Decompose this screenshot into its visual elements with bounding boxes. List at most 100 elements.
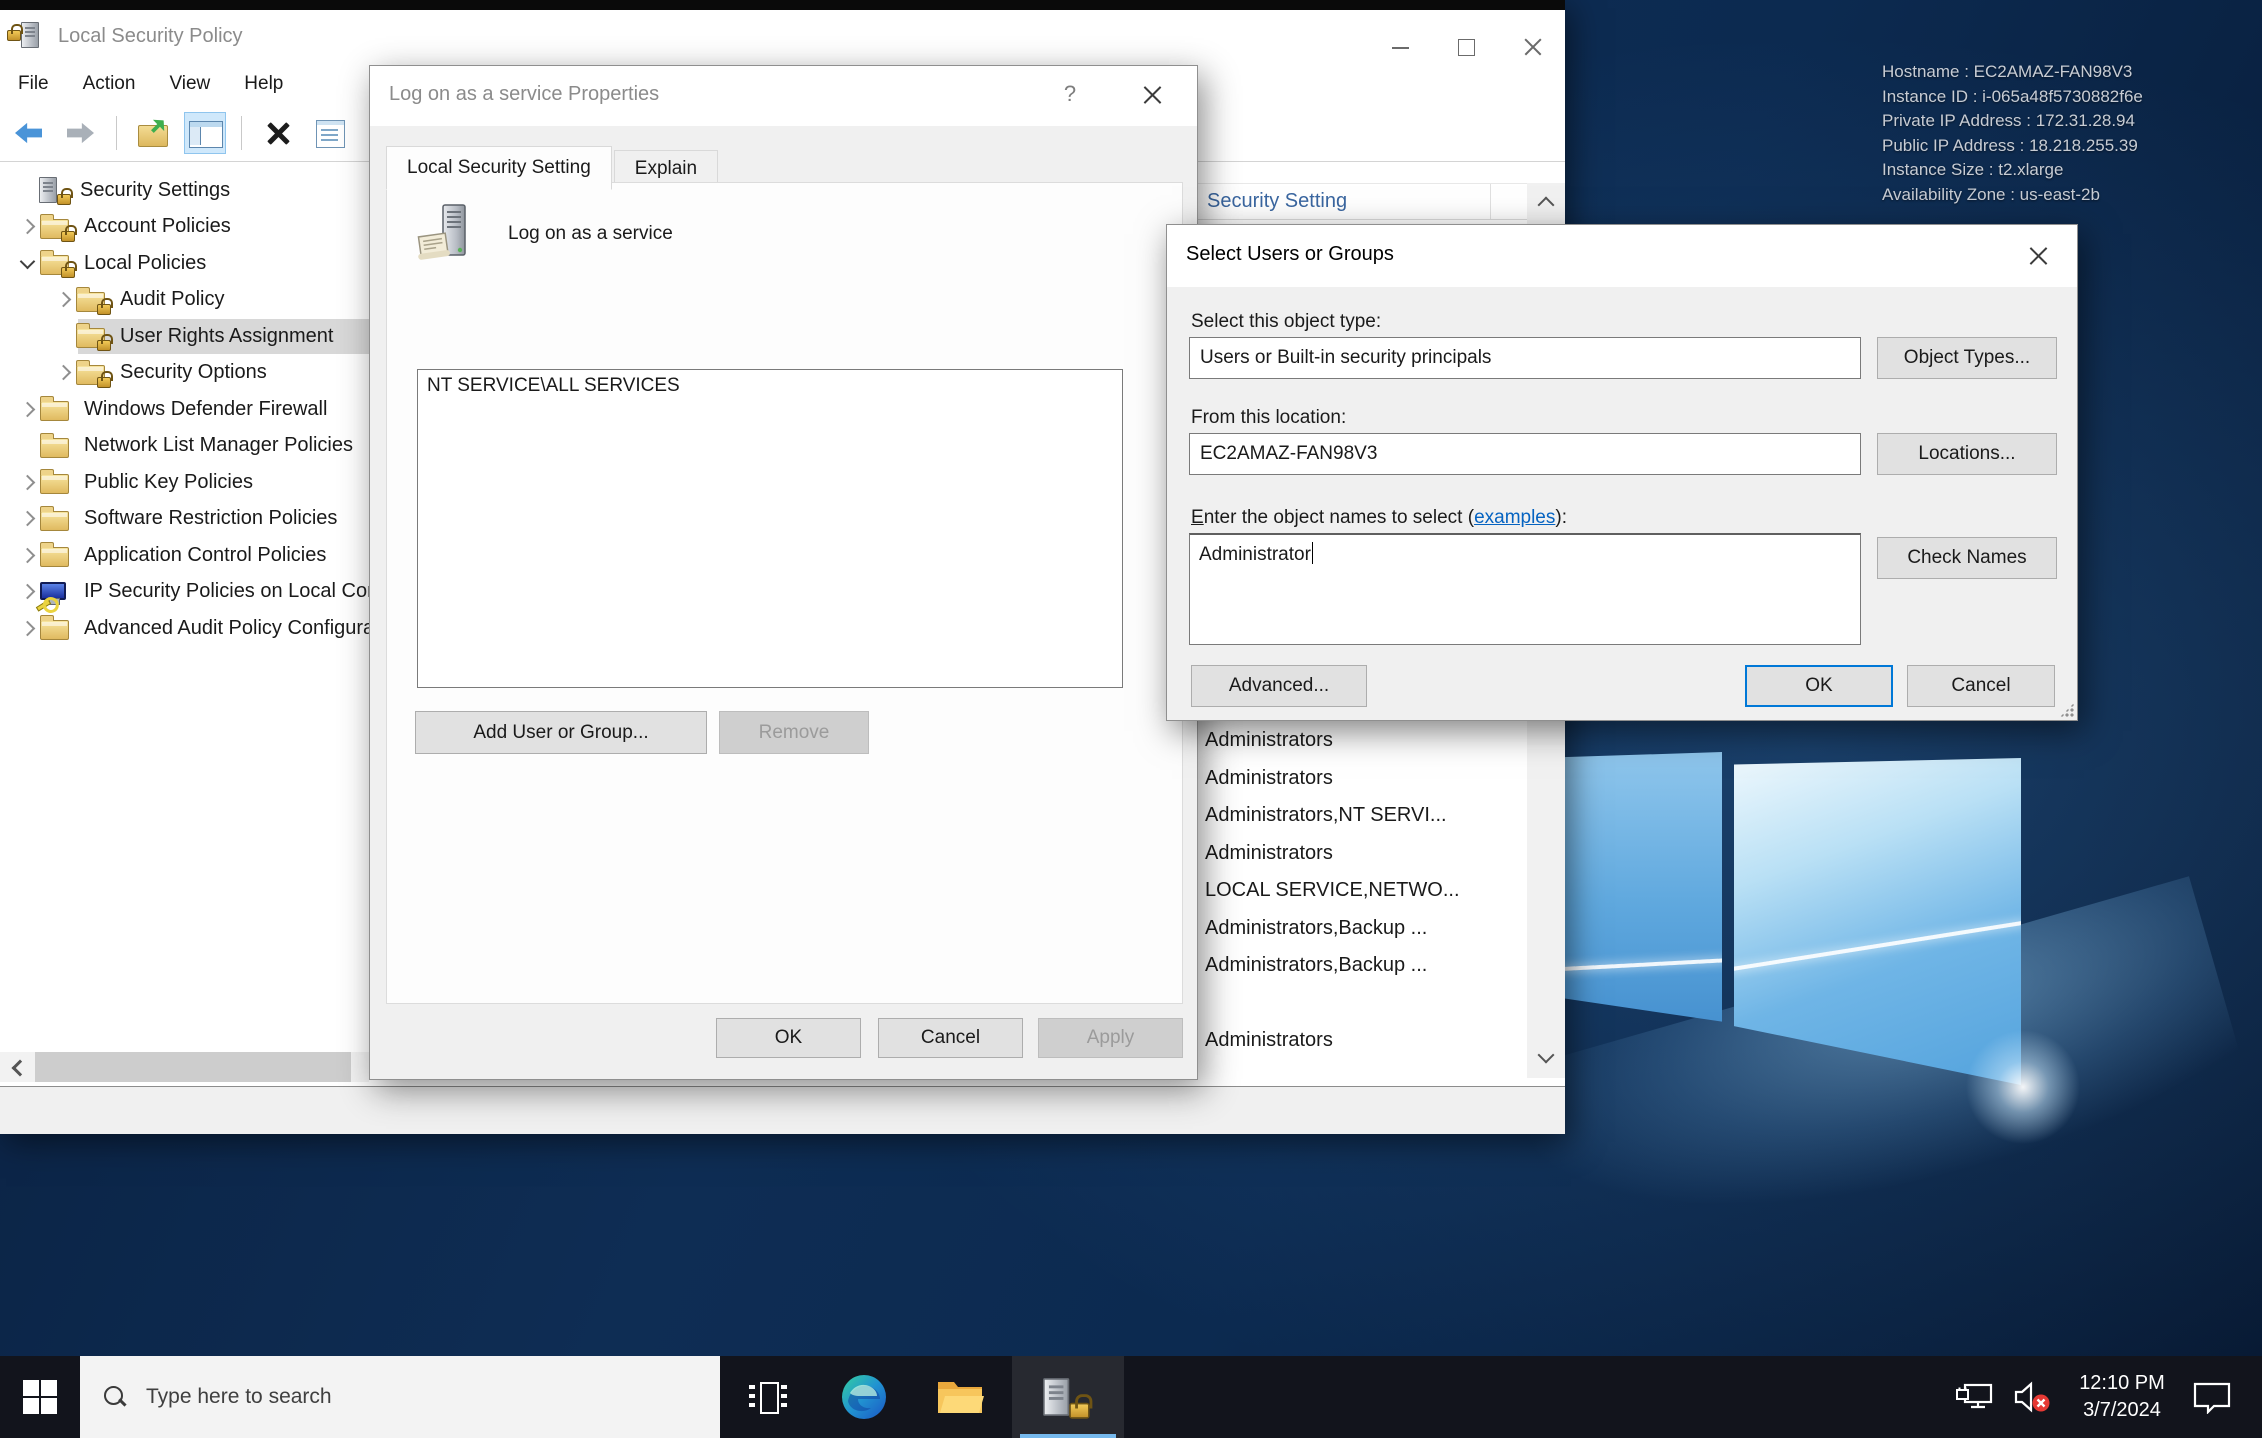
tree-item-audit-policy[interactable]: Audit Policy [0, 282, 369, 319]
help-button[interactable]: ? [1055, 81, 1085, 107]
menu-action[interactable]: Action [83, 73, 136, 95]
menu-help[interactable]: Help [244, 73, 283, 95]
file-explorer-button[interactable] [912, 1356, 1008, 1438]
object-names-input[interactable]: Administrator [1189, 533, 1861, 645]
taskbar-search-box[interactable]: Type here to search [80, 1356, 720, 1438]
chevron-icon[interactable] [14, 513, 40, 524]
network-tray-icon[interactable] [1956, 1382, 1994, 1412]
tree-item-public-key-policies[interactable]: Public Key Policies [0, 464, 369, 501]
security-setting-values: Administrators Administrators Administra… [1150, 722, 1527, 1060]
clock-date: 3/7/2024 [2070, 1397, 2174, 1424]
local-security-policy-taskbar-button[interactable] [1012, 1356, 1124, 1438]
scroll-down-button[interactable] [1527, 1037, 1565, 1074]
scroll-left-button[interactable] [0, 1052, 34, 1082]
resize-grip[interactable] [2060, 703, 2074, 717]
dialog-title-bar[interactable]: Log on as a service Properties ? [370, 66, 1197, 126]
toolbar-up-level-button[interactable] [133, 113, 173, 153]
toolbar-back-button[interactable] [8, 113, 48, 153]
tree-item-advanced-audit[interactable]: Advanced Audit Policy Configuration [0, 610, 369, 647]
title-bar[interactable]: Local Security Policy [0, 10, 1565, 62]
volume-muted-tray-icon[interactable] [2012, 1381, 2052, 1413]
task-view-button[interactable] [720, 1356, 816, 1438]
tree-horizontal-scrollbar[interactable] [0, 1052, 369, 1082]
locations-button[interactable]: Locations... [1877, 433, 2057, 475]
dialog-title-bar[interactable]: Select Users or Groups [1167, 225, 2077, 287]
add-user-or-group-button[interactable]: Add User or Group... [415, 711, 707, 754]
edge-taskbar-button[interactable] [816, 1356, 912, 1438]
security-setting-row[interactable]: Administrators,Backup ... [1150, 910, 1527, 948]
security-setting-row[interactable]: Administrators [1150, 722, 1527, 760]
member-item[interactable]: NT SERVICE\ALL SERVICES [427, 375, 1113, 397]
select-users-or-groups-dialog: Select Users or Groups Select this objec… [1166, 224, 2078, 721]
security-setting-row[interactable] [1150, 985, 1527, 1023]
chevron-icon[interactable] [14, 404, 40, 415]
menu-file[interactable]: File [18, 73, 49, 95]
tree-item-ip-security[interactable]: IP Security Policies on Local Computer [0, 574, 369, 611]
tree-item-icon [36, 177, 68, 203]
security-setting-row[interactable]: Administrators,NT SERVI... [1150, 797, 1527, 835]
toolbar-console-tree-button[interactable] [185, 113, 225, 153]
scroll-up-button[interactable] [1527, 183, 1565, 220]
close-icon[interactable] [2023, 241, 2055, 273]
chevron-icon[interactable] [14, 477, 40, 488]
from-location-field[interactable]: EC2AMAZ-FAN98V3 [1189, 433, 1861, 475]
cancel-button[interactable]: Cancel [1907, 665, 2055, 707]
examples-link[interactable]: examples [1474, 507, 1555, 528]
action-center-button[interactable] [2192, 1380, 2232, 1414]
security-setting-row[interactable]: LOCAL SERVICE,NETWO... [1150, 872, 1527, 910]
wallpaper-window-pane-left [1552, 752, 1722, 1030]
tree-item-software-restriction[interactable]: Software Restriction Policies [0, 501, 369, 538]
tree-item-application-control[interactable]: Application Control Policies [0, 537, 369, 574]
security-setting-row[interactable]: Administrators [1150, 760, 1527, 798]
tree-item-icon [76, 323, 108, 349]
tree-item-windows-defender-firewall[interactable]: Windows Defender Firewall [0, 391, 369, 428]
tree-item-icon [76, 287, 108, 313]
advanced-button[interactable]: Advanced... [1191, 665, 1367, 707]
check-names-button[interactable]: Check Names [1877, 537, 2057, 579]
toolbar-properties-button[interactable] [310, 113, 350, 153]
toolbar-forward-button[interactable] [60, 113, 100, 153]
object-types-button[interactable]: Object Types... [1877, 337, 2057, 379]
logon-as-service-properties-dialog: Log on as a service Properties ? Local S… [369, 65, 1198, 1080]
scrollbar-thumb[interactable] [35, 1052, 351, 1082]
tree-item-icon [40, 250, 72, 276]
file-explorer-icon [936, 1377, 984, 1417]
tree-item-network-list-manager[interactable]: Network List Manager Policies [0, 428, 369, 465]
security-setting-row[interactable]: Administrators,Backup ... [1150, 947, 1527, 985]
ec2-info-line: Instance ID : i-065a48f5730882f6e [1882, 85, 2143, 110]
column-header-security-setting[interactable]: Security Setting [1150, 183, 1565, 220]
wallpaper-flare [1958, 1022, 2088, 1152]
chevron-icon[interactable] [14, 586, 40, 597]
object-type-field[interactable]: Users or Built-in security principals [1189, 337, 1861, 379]
tree-item-security-options[interactable]: Security Options [0, 355, 369, 392]
security-setting-row[interactable]: Administrators [1150, 835, 1527, 873]
menu-view[interactable]: View [169, 73, 210, 95]
close-icon[interactable] [1137, 80, 1169, 112]
window-top-strip [0, 0, 1565, 10]
ok-button[interactable]: OK [1745, 665, 1893, 707]
tree-item-local-policies[interactable]: Local Policies [0, 245, 369, 282]
chevron-icon[interactable] [14, 550, 40, 561]
taskbar: Type here to search [0, 1356, 2262, 1438]
ok-button[interactable]: OK [716, 1018, 861, 1058]
search-placeholder: Type here to search [146, 1385, 332, 1409]
chevron-icon[interactable] [14, 260, 40, 267]
tab-local-security-setting[interactable]: Local Security Setting [386, 146, 612, 190]
taskbar-clock[interactable]: 12:10 PM 3/7/2024 [2070, 1370, 2174, 1424]
tree-item-icon [40, 542, 72, 568]
cancel-button[interactable]: Cancel [878, 1018, 1023, 1058]
chevron-icon[interactable] [14, 221, 40, 232]
start-button[interactable] [0, 1356, 80, 1438]
tree-item-account-policies[interactable]: Account Policies [0, 209, 369, 246]
assigned-members-list[interactable]: NT SERVICE\ALL SERVICES [417, 369, 1123, 688]
toolbar-separator [116, 116, 117, 150]
tree-item-security-settings[interactable]: Security Settings [0, 172, 369, 209]
tree-item-user-rights-assignment[interactable]: User Rights Assignment [0, 318, 369, 355]
from-location-label: From this location: [1191, 407, 1346, 429]
security-setting-row[interactable]: Administrators [1150, 1022, 1527, 1060]
chevron-icon[interactable] [14, 623, 40, 634]
toolbar-delete-button[interactable] [258, 113, 298, 153]
ec2-instance-info: Hostname : EC2AMAZ-FAN98V3Instance ID : … [1882, 60, 2143, 207]
chevron-icon[interactable] [50, 294, 76, 305]
chevron-icon[interactable] [50, 367, 76, 378]
